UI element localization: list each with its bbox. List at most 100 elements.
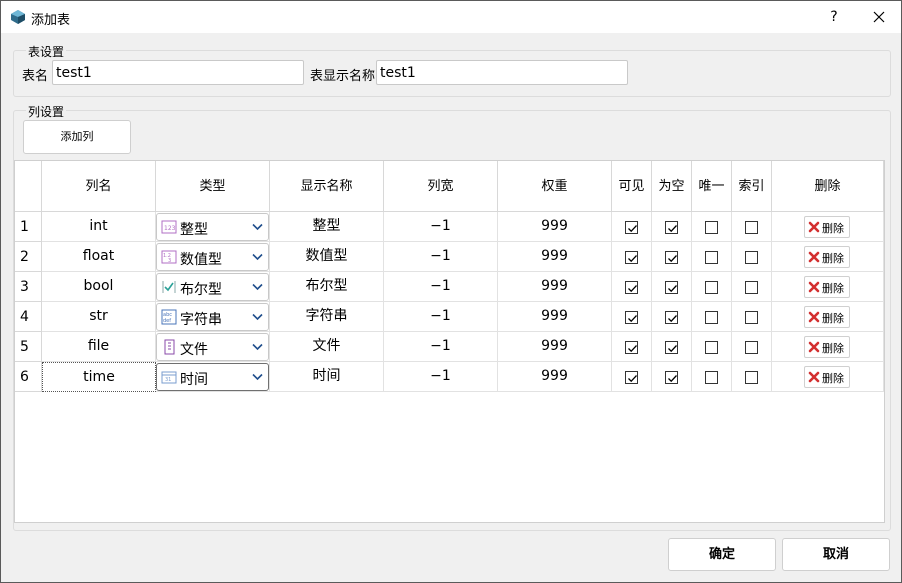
add-table-dialog: 添加表 ? 表设置 表名 表显示名称 列设置 添加列 列名 类型 显示名称 列宽… [0, 0, 902, 583]
header-display-name: 显示名称 [270, 161, 384, 212]
display-name-cell[interactable]: 字符串 [270, 302, 384, 332]
unique-checkbox[interactable] [705, 221, 718, 234]
delete-row-button[interactable]: 删除 [804, 306, 850, 328]
delete-row-button[interactable]: 删除 [804, 216, 850, 238]
width-cell[interactable]: −1 [384, 302, 498, 332]
width-cell[interactable]: −1 [384, 212, 498, 242]
type-value: 数值型 [180, 252, 222, 268]
chevron-down-icon [252, 313, 263, 321]
type-dropdown[interactable]: 文件 [156, 333, 269, 361]
weight-cell[interactable]: 999 [498, 332, 612, 362]
delete-row-button[interactable]: 删除 [804, 276, 850, 298]
type-value: 字符串 [180, 312, 222, 328]
delete-x-icon [808, 311, 820, 323]
unique-checkbox[interactable] [705, 341, 718, 354]
table-display-name-input[interactable] [376, 60, 628, 85]
add-column-button[interactable]: 添加列 [23, 120, 131, 154]
ok-button[interactable]: 确定 [668, 538, 776, 571]
visible-checkbox[interactable] [625, 281, 638, 294]
visible-checkbox[interactable] [625, 251, 638, 264]
type-dropdown[interactable]: abc def 字符串 [156, 303, 269, 331]
header-index: 索引 [732, 161, 772, 212]
display-name-cell[interactable]: 布尔型 [270, 272, 384, 302]
delete-x-icon [808, 281, 820, 293]
delete-row-button[interactable]: 删除 [804, 246, 850, 268]
integer-type-icon: 123 [161, 220, 177, 234]
type-value: 整型 [180, 222, 208, 238]
index-checkbox[interactable] [745, 251, 758, 264]
display-name-cell[interactable]: 时间 [270, 362, 384, 392]
weight-cell[interactable]: 999 [498, 212, 612, 242]
nullable-checkbox[interactable] [665, 281, 678, 294]
unique-checkbox[interactable] [705, 311, 718, 324]
nullable-checkbox[interactable] [665, 341, 678, 354]
close-icon[interactable] [865, 5, 893, 29]
index-checkbox[interactable] [745, 311, 758, 324]
column-name-cell[interactable]: bool [42, 272, 156, 302]
column-name-cell[interactable]: float [42, 242, 156, 272]
delete-label: 删除 [822, 342, 844, 355]
width-cell[interactable]: −1 [384, 362, 498, 392]
index-checkbox[interactable] [745, 341, 758, 354]
header-nullable: 为空 [652, 161, 692, 212]
width-cell[interactable]: −1 [384, 272, 498, 302]
column-name-cell[interactable]: time [42, 362, 156, 392]
nullable-checkbox[interactable] [665, 311, 678, 324]
weight-cell[interactable]: 999 [498, 302, 612, 332]
visible-checkbox[interactable] [625, 371, 638, 384]
visible-checkbox[interactable] [625, 221, 638, 234]
weight-cell[interactable]: 999 [498, 362, 612, 392]
index-checkbox[interactable] [745, 281, 758, 294]
type-value: 时间 [180, 372, 208, 388]
column-name-cell[interactable]: str [42, 302, 156, 332]
column-name-cell[interactable]: file [42, 332, 156, 362]
width-cell[interactable]: −1 [384, 332, 498, 362]
nullable-checkbox[interactable] [665, 371, 678, 384]
type-value: 文件 [180, 342, 208, 358]
chevron-down-icon [252, 373, 263, 381]
delete-x-icon [808, 251, 820, 263]
display-name-cell[interactable]: 文件 [270, 332, 384, 362]
table-name-input[interactable] [52, 60, 304, 85]
header-width: 列宽 [384, 161, 498, 212]
type-dropdown[interactable]: 1.2 3 数值型 [156, 243, 269, 271]
delete-label: 删除 [822, 312, 844, 325]
unique-checkbox[interactable] [705, 251, 718, 264]
column-name-cell[interactable]: int [42, 212, 156, 242]
visible-checkbox[interactable] [625, 311, 638, 324]
index-checkbox[interactable] [745, 371, 758, 384]
header-column-name: 列名 [42, 161, 156, 212]
delete-x-icon [808, 371, 820, 383]
header-weight: 权重 [498, 161, 612, 212]
svg-text:123: 123 [164, 225, 176, 232]
type-dropdown[interactable]: 布尔型 [156, 273, 269, 301]
svg-text:31: 31 [165, 377, 171, 383]
index-checkbox[interactable] [745, 221, 758, 234]
display-name-cell[interactable]: 整型 [270, 212, 384, 242]
weight-cell[interactable]: 999 [498, 242, 612, 272]
display-name-cell[interactable]: 数值型 [270, 242, 384, 272]
weight-cell[interactable]: 999 [498, 272, 612, 302]
delete-row-button[interactable]: 删除 [804, 336, 850, 358]
nullable-checkbox[interactable] [665, 221, 678, 234]
chevron-down-icon [252, 343, 263, 351]
window-title: 添加表 [31, 13, 71, 28]
help-button[interactable]: ? [821, 5, 847, 29]
unique-checkbox[interactable] [705, 281, 718, 294]
type-value: 布尔型 [180, 282, 222, 298]
visible-checkbox[interactable] [625, 341, 638, 354]
unique-checkbox[interactable] [705, 371, 718, 384]
delete-x-icon [808, 221, 820, 233]
row-number: 4 [15, 302, 42, 332]
row-number: 1 [15, 212, 42, 242]
header-delete: 删除 [772, 161, 884, 212]
nullable-checkbox[interactable] [665, 251, 678, 264]
delete-label: 删除 [822, 282, 844, 295]
type-dropdown[interactable]: 31 时间 [156, 363, 269, 391]
type-dropdown[interactable]: 123 整型 [156, 213, 269, 241]
table-display-name-label: 表显示名称 [310, 69, 376, 84]
delete-row-button[interactable]: 删除 [804, 366, 850, 388]
delete-x-icon [808, 341, 820, 353]
width-cell[interactable]: −1 [384, 242, 498, 272]
cancel-button[interactable]: 取消 [782, 538, 890, 571]
